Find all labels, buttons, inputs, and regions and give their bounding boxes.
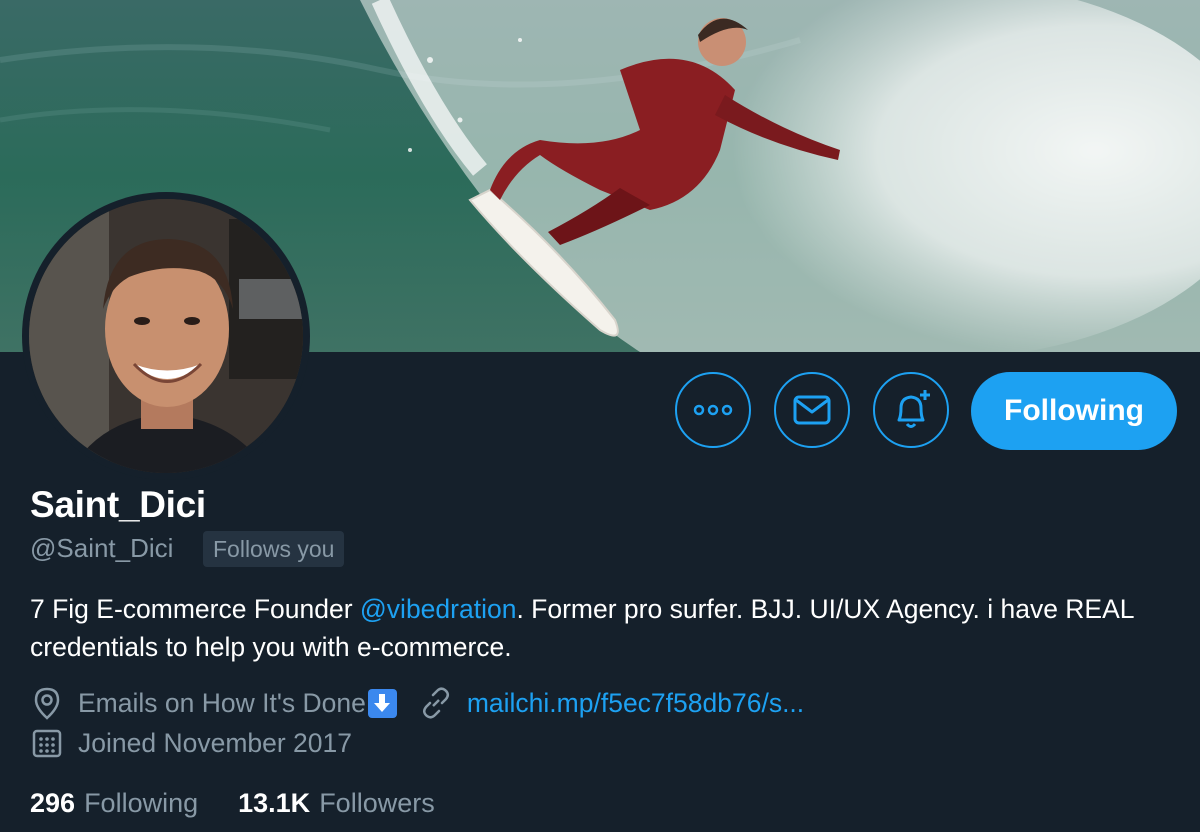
location-pin-icon: [30, 686, 64, 720]
followers-count-link[interactable]: 13.1K Followers: [238, 788, 435, 819]
calendar-icon: [30, 726, 64, 760]
joined-row: Joined November 2017: [30, 726, 352, 760]
more-dots-icon: [693, 404, 733, 416]
username: @Saint_Dici: [30, 533, 174, 563]
down-arrow-emoji-icon: [367, 688, 397, 718]
follow-counts: 296 Following 13.1K Followers: [30, 788, 435, 819]
location-text: Emails on How It's Done: [78, 687, 366, 718]
more-button[interactable]: [675, 372, 751, 448]
followers-count: 13.1K: [238, 788, 311, 818]
notifications-button[interactable]: [873, 372, 949, 448]
joined-date: Joined November 2017: [78, 727, 353, 758]
avatar-photo: [29, 199, 303, 473]
bio-text: 7 Fig E-commerce Founder: [30, 594, 360, 624]
envelope-icon: [793, 395, 831, 425]
following-label: Following: [84, 788, 199, 818]
website-link[interactable]: mailchi.mp/f5ec7f58db76/s...: [467, 688, 804, 719]
location-row: Emails on How It's Done mailchi.mp/f5ec7…: [30, 686, 804, 720]
avatar[interactable]: [22, 192, 310, 480]
following-count: 296: [30, 788, 76, 818]
following-count-link[interactable]: 296 Following: [30, 788, 198, 819]
message-button[interactable]: [774, 372, 850, 448]
following-button[interactable]: Following: [971, 372, 1177, 450]
bell-plus-icon: [897, 390, 930, 428]
follows-you-badge: Follows you: [203, 531, 345, 567]
link-icon: [419, 686, 453, 720]
display-name: Saint_Dici: [30, 484, 206, 525]
followers-label: Followers: [319, 788, 435, 818]
bio: 7 Fig E-commerce Founder @vibedration. F…: [30, 590, 1180, 666]
bio-mention-link[interactable]: @vibedration: [360, 594, 517, 624]
